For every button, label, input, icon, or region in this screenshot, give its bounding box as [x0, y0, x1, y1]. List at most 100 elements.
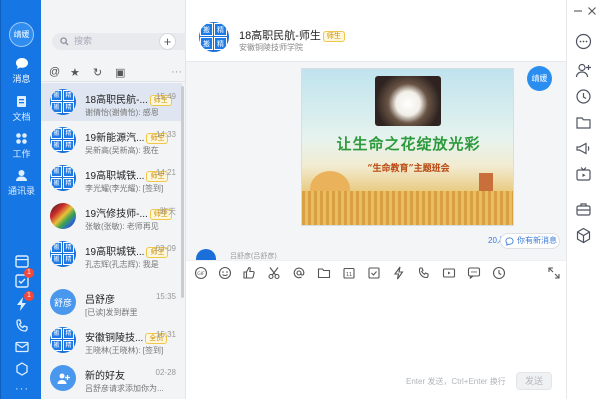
- lightning-icon[interactable]: [392, 266, 406, 280]
- list-item[interactable]: 搬精搬精 19新能源汽... 师生 14:33 吴新高(吴新高): 我在: [41, 121, 182, 159]
- svg-text:GIF: GIF: [197, 271, 205, 277]
- list-item[interactable]: 19汽修技师-... 师生 昨天 张敏(张敏): 老师再见: [41, 197, 182, 235]
- folder-icon[interactable]: [575, 114, 592, 131]
- check-square-icon[interactable]: [367, 266, 381, 280]
- conversation-time: 14:21: [155, 168, 176, 177]
- chat-bubble-icon: [505, 237, 514, 246]
- calendar-icon[interactable]: 11: [342, 266, 356, 280]
- group-avatar: 搬精搬精: [50, 327, 76, 353]
- notification-badge: 1: [24, 291, 34, 301]
- history-icon[interactable]: ↻: [93, 66, 102, 79]
- emoji-icon[interactable]: [218, 266, 232, 280]
- conversation-preview: 王晓林(王晓林): [签到]: [85, 346, 164, 355]
- self-avatar[interactable]: 靖媛: [527, 66, 552, 91]
- image-avatar: [50, 203, 76, 229]
- expand-icon[interactable]: [547, 266, 561, 280]
- nav-item-contacts[interactable]: 通讯录: [1, 169, 42, 197]
- clock-icon[interactable]: [492, 266, 506, 280]
- list-item[interactable]: 搬精搬精 安徽铜陵技... 全员 15:31 王晓林(王晓林): [签到]: [41, 321, 182, 359]
- archive-icon[interactable]: ▣: [115, 66, 125, 79]
- cube-icon[interactable]: [575, 227, 592, 244]
- scissors-icon[interactable]: [267, 266, 281, 280]
- chat-title[interactable]: 18高职民航-师生 师生: [239, 27, 345, 43]
- conversation-time: 15:31: [155, 330, 176, 339]
- notification-badge: 1: [24, 268, 34, 278]
- more-options-icon[interactable]: [575, 33, 592, 50]
- list-item[interactable]: 舒彦 吕舒彦 15:35 [已读]发到群里: [41, 283, 182, 321]
- my-avatar[interactable]: 靖媛: [9, 22, 34, 47]
- message-area[interactable]: 让生命之花绽放光彩 “生命教育”主题班会 靖媛 20人 你有新消息 吕舒彦(吕舒…: [186, 62, 566, 269]
- right-sidebar: [566, 0, 600, 399]
- minimize-icon[interactable]: [573, 6, 583, 16]
- add-member-icon[interactable]: [575, 62, 592, 79]
- conversation-time: 昨天: [160, 207, 176, 216]
- list-item[interactable]: 新的好友 02-28 吕舒彦请求添加你为...: [41, 359, 182, 397]
- new-message-label: 你有新消息: [517, 236, 557, 245]
- chat-record-icon[interactable]: [467, 266, 481, 280]
- history-icon[interactable]: [575, 88, 592, 105]
- image-subtitle: “生命教育”主题班会: [367, 164, 450, 174]
- conversation-preview: 孔志辉(孔志辉): 我是: [85, 260, 159, 269]
- image-title: 让生命之花绽放光彩: [336, 135, 481, 153]
- search-icon: [60, 37, 69, 46]
- folder-icon[interactable]: [317, 266, 331, 280]
- group-avatar: 搬精搬精: [50, 89, 76, 115]
- new-friend-avatar: [50, 365, 76, 391]
- message-input[interactable]: Enter 发送，Ctrl+Enter 换行 发送: [186, 284, 566, 390]
- mention-icon[interactable]: @: [49, 66, 60, 78]
- calendar-icon[interactable]: [14, 253, 30, 269]
- chat-subtitle: 安徽铜陵技师学院: [239, 43, 303, 52]
- star-icon[interactable]: ★: [70, 66, 80, 79]
- conversation-preview: 吴新高(吴新高): 我在: [85, 146, 159, 155]
- conversation-time: 14:33: [155, 130, 176, 139]
- add-user-icon: [57, 373, 70, 384]
- video-icon[interactable]: [442, 266, 456, 280]
- field-illustration: [302, 191, 513, 225]
- app-window: 靖媛 消息 文档 工作 通讯录 1 1 ··· 搜索 + @ ★ ↻ ▣ ···…: [0, 0, 600, 399]
- apps-more-icon[interactable]: [14, 361, 30, 377]
- announcement-icon[interactable]: [575, 140, 592, 157]
- conversation-name: 新的好友: [85, 371, 125, 382]
- nav-item-work[interactable]: 工作: [1, 132, 42, 160]
- nav-item-messages[interactable]: 消息: [1, 57, 42, 85]
- input-toolbar: GIF 11: [186, 260, 566, 284]
- conversation-preview: 张敏(张敏): 老师再见: [85, 222, 159, 231]
- list-item[interactable]: 搬精搬精 19高职城铁... 师生 14:21 李光耀(李光耀): [签到]: [41, 159, 182, 197]
- conversation-name: 吕舒彦: [85, 295, 115, 306]
- chat-group-avatar[interactable]: 搬精搬精: [199, 22, 229, 52]
- send-button[interactable]: 发送: [516, 372, 552, 390]
- document-icon: [17, 96, 26, 107]
- close-icon[interactable]: [587, 6, 597, 16]
- nav-item-documents[interactable]: 文档: [1, 95, 42, 123]
- phone-icon[interactable]: [14, 318, 30, 334]
- live-tv-icon[interactable]: [575, 166, 592, 183]
- group-avatar: 搬精搬精: [50, 241, 76, 267]
- list-item[interactable]: 搬精搬精 19高职城铁... 师生 03-09 孔志辉(孔志辉): 我是: [41, 235, 182, 273]
- conversation-time: 15:49: [155, 92, 176, 101]
- image-message[interactable]: 让生命之花绽放光彩 “生命教育”主题班会: [301, 68, 514, 226]
- group-avatar: 搬精搬精: [50, 127, 76, 153]
- toolbox-icon[interactable]: [575, 201, 592, 218]
- add-button[interactable]: +: [159, 33, 176, 50]
- role-tag: 师生: [322, 31, 345, 42]
- conversation-preview: 谢倩怡(谢倩怡): 感恩: [85, 108, 159, 117]
- new-message-button[interactable]: 你有新消息: [500, 233, 560, 249]
- mention-icon[interactable]: [292, 266, 306, 280]
- thumbs-up-icon[interactable]: [242, 266, 256, 280]
- nav-more-icon[interactable]: ···: [15, 383, 29, 395]
- user-avatar: 舒彦: [50, 289, 76, 315]
- tabs-more-icon[interactable]: ···: [171, 66, 182, 78]
- left-nav: 靖媛 消息 文档 工作 通讯录 1 1 ···: [0, 0, 41, 399]
- contacts-icon: [16, 170, 27, 181]
- gif-icon[interactable]: GIF: [194, 266, 208, 280]
- conversation-preview: [已读]发到群里: [85, 308, 138, 317]
- list-scrollbar[interactable]: [181, 86, 184, 298]
- conversation-preview: 李光耀(李光耀): [签到]: [85, 184, 164, 193]
- mail-icon[interactable]: [14, 339, 30, 355]
- phone-call-icon[interactable]: [417, 266, 431, 280]
- conversation-time: 03-09: [155, 244, 176, 253]
- chat-icon: [15, 58, 28, 69]
- list-item[interactable]: 搬精搬精 18高职民航-... 师生 15:49 谢倩怡(谢倩怡): 感恩: [41, 83, 182, 121]
- group-avatar: 搬精搬精: [50, 165, 76, 191]
- conversation-time: 15:35: [155, 292, 176, 301]
